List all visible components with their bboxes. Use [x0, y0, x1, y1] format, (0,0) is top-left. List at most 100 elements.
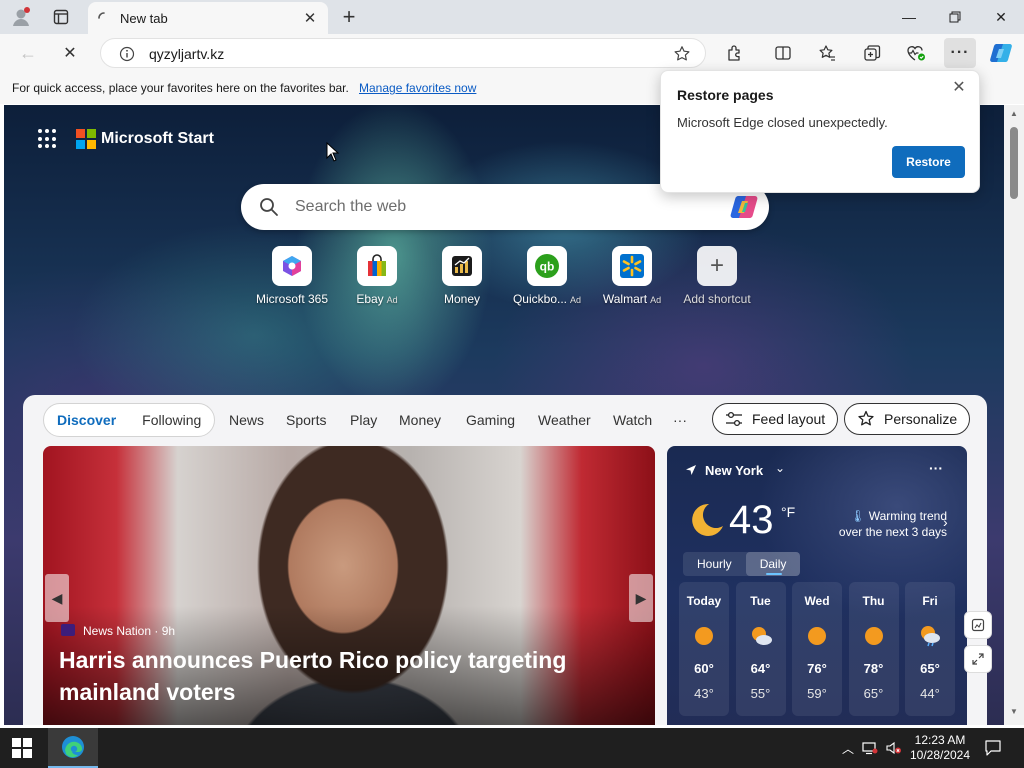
taskbar-edge-button[interactable]	[48, 728, 98, 768]
restore-button[interactable]: Restore	[892, 146, 965, 178]
favorites-button[interactable]	[813, 39, 841, 67]
minimize-button[interactable]: —	[886, 0, 932, 34]
browser-toolbar: ← ✕ qyzyljartv.kz ···	[0, 34, 1024, 72]
chevron-left-icon: ◀	[51, 589, 63, 606]
profile-button[interactable]	[6, 4, 36, 30]
chevron-down-icon[interactable]: ⌄	[775, 461, 785, 475]
shortcut-ebay[interactable]: Ebay Ad	[332, 246, 422, 308]
nav-weather[interactable]: Weather	[538, 412, 591, 428]
forecast-day[interactable]: Fri 65° 44°	[905, 582, 955, 716]
expand-button[interactable]	[964, 645, 992, 673]
browser-essentials-button[interactable]	[902, 39, 930, 67]
nav-watch[interactable]: Watch	[613, 412, 652, 428]
shortcut-label: Walmart	[602, 292, 648, 306]
temperature-unit[interactable]: °F	[781, 504, 795, 520]
carousel-next-button[interactable]: ▶	[629, 574, 653, 622]
shortcut-tile: qb	[527, 246, 567, 286]
shortcut-walmart[interactable]: Walmart Ad	[587, 246, 677, 308]
tab-close-button[interactable]: ✕	[300, 8, 320, 28]
favorite-star-icon[interactable]	[673, 45, 691, 63]
manage-favorites-link[interactable]: Manage favorites now	[359, 81, 476, 95]
carousel-prev-button[interactable]: ◀	[45, 574, 69, 622]
collections-button[interactable]	[858, 39, 886, 67]
stop-loading-button[interactable]: ✕	[56, 39, 84, 67]
tab-discover[interactable]: Discover	[44, 412, 129, 428]
show-hidden-icons-button[interactable]: ︿	[840, 740, 856, 756]
split-screen-button[interactable]	[769, 39, 797, 67]
volume-muted-icon[interactable]	[886, 740, 902, 756]
chevron-right-icon[interactable]: ›	[943, 514, 948, 530]
restore-window-button[interactable]	[932, 0, 978, 34]
ad-badge: Ad	[386, 295, 398, 305]
story-source: News Nation · 9h	[83, 624, 176, 638]
new-tab-button[interactable]: +	[336, 4, 362, 30]
trend-line-1: Warming trend	[868, 509, 947, 523]
taskbar-clock[interactable]: 12:23 AM 10/28/2024	[904, 733, 976, 763]
more-icon[interactable]: ···	[929, 460, 943, 476]
shortcut-microsoft-365[interactable]: Microsoft 365	[247, 246, 337, 308]
app-launcher-icon[interactable]	[38, 129, 58, 149]
loading-spinner-icon	[98, 12, 105, 19]
tab-new-tab[interactable]: New tab ✕	[88, 2, 328, 34]
weather-trend[interactable]: 🌡 Warming trend over the next 3 days	[817, 508, 947, 540]
nav-money[interactable]: Money	[399, 412, 441, 428]
day-low: 59°	[807, 686, 827, 701]
story-headline[interactable]: Harris announces Puerto Rico policy targ…	[59, 644, 619, 708]
day-label: Tue	[750, 594, 771, 608]
windows-logo-icon	[12, 738, 21, 747]
weather-card[interactable]: New York ⌄ ··· 43 °F 🌡 Warming trend ove…	[667, 446, 967, 725]
forecast-day[interactable]: Today 60° 43°	[679, 582, 729, 716]
dialog-title: Restore pages	[677, 87, 774, 103]
story-age: 9h	[161, 624, 176, 638]
weather-location[interactable]: New York	[705, 463, 763, 478]
day-label: Fri	[922, 594, 938, 608]
settings-more-button[interactable]: ···	[944, 38, 976, 68]
nav-gaming[interactable]: Gaming	[466, 412, 515, 428]
network-icon[interactable]	[862, 740, 878, 756]
start-button[interactable]	[12, 738, 32, 758]
shortcut-quickbooks[interactable]: qb Quickbo... Ad	[502, 246, 592, 308]
feed-layout-button[interactable]: Feed layout	[712, 403, 839, 435]
day-low: 55°	[750, 686, 771, 701]
url-text[interactable]: qyzyljartv.kz	[149, 46, 224, 62]
personalize-button[interactable]: Personalize	[844, 403, 971, 435]
search-input[interactable]	[295, 196, 695, 218]
minimize-icon: —	[902, 9, 916, 25]
tab-daily[interactable]: Daily	[745, 552, 801, 576]
nav-more[interactable]: ···	[673, 412, 687, 428]
scroll-thumb[interactable]	[1010, 127, 1018, 199]
forecast-day[interactable]: Wed 76° 59°	[792, 582, 842, 716]
nav-sports[interactable]: Sports	[286, 412, 326, 428]
new-tab-page: Microsoft Start Microsoft 365	[4, 105, 1004, 725]
shortcut-tile	[442, 246, 482, 286]
quickbooks-icon: qb	[535, 254, 559, 278]
shortcut-money[interactable]: Money	[417, 246, 507, 308]
forecast-day[interactable]: Thu 78° 65°	[848, 582, 899, 716]
back-button[interactable]: ←	[14, 39, 42, 67]
forecast-day[interactable]: Tue 64° 55°	[735, 582, 786, 716]
brand-title[interactable]: Microsoft Start	[101, 130, 214, 148]
scroll-up-arrow-icon[interactable]: ▲	[1009, 109, 1019, 119]
money-chart-icon	[452, 256, 472, 276]
add-shortcut-button[interactable]: + Add shortcut	[672, 246, 762, 308]
profile-icon	[13, 7, 30, 26]
nav-news[interactable]: News	[229, 412, 264, 428]
tab-hourly[interactable]: Hourly	[683, 552, 746, 576]
dialog-close-button[interactable]: ✕	[949, 77, 969, 97]
feedback-button[interactable]	[964, 611, 992, 639]
notification-center-icon[interactable]	[984, 739, 1002, 757]
copilot-button[interactable]	[987, 39, 1015, 67]
page-scrollbar[interactable]: ▲ ▼	[1004, 105, 1024, 725]
svg-text:qb: qb	[540, 260, 555, 274]
extensions-button[interactable]	[721, 39, 749, 67]
shortcut-tile: +	[697, 246, 737, 286]
address-bar[interactable]: qyzyljartv.kz	[100, 38, 706, 68]
thermometer-icon: 🌡	[850, 509, 866, 523]
tab-actions-button[interactable]	[46, 4, 76, 30]
hero-story-card[interactable]: ◀ ▶ News Nation · 9h Harris announces Pu…	[43, 446, 655, 725]
scroll-down-arrow-icon[interactable]: ▼	[1009, 707, 1019, 717]
nav-play[interactable]: Play	[350, 412, 377, 428]
copilot-search-icon[interactable]	[729, 193, 759, 221]
close-window-button[interactable]: ✕	[978, 0, 1024, 34]
tab-following[interactable]: Following	[129, 412, 214, 428]
